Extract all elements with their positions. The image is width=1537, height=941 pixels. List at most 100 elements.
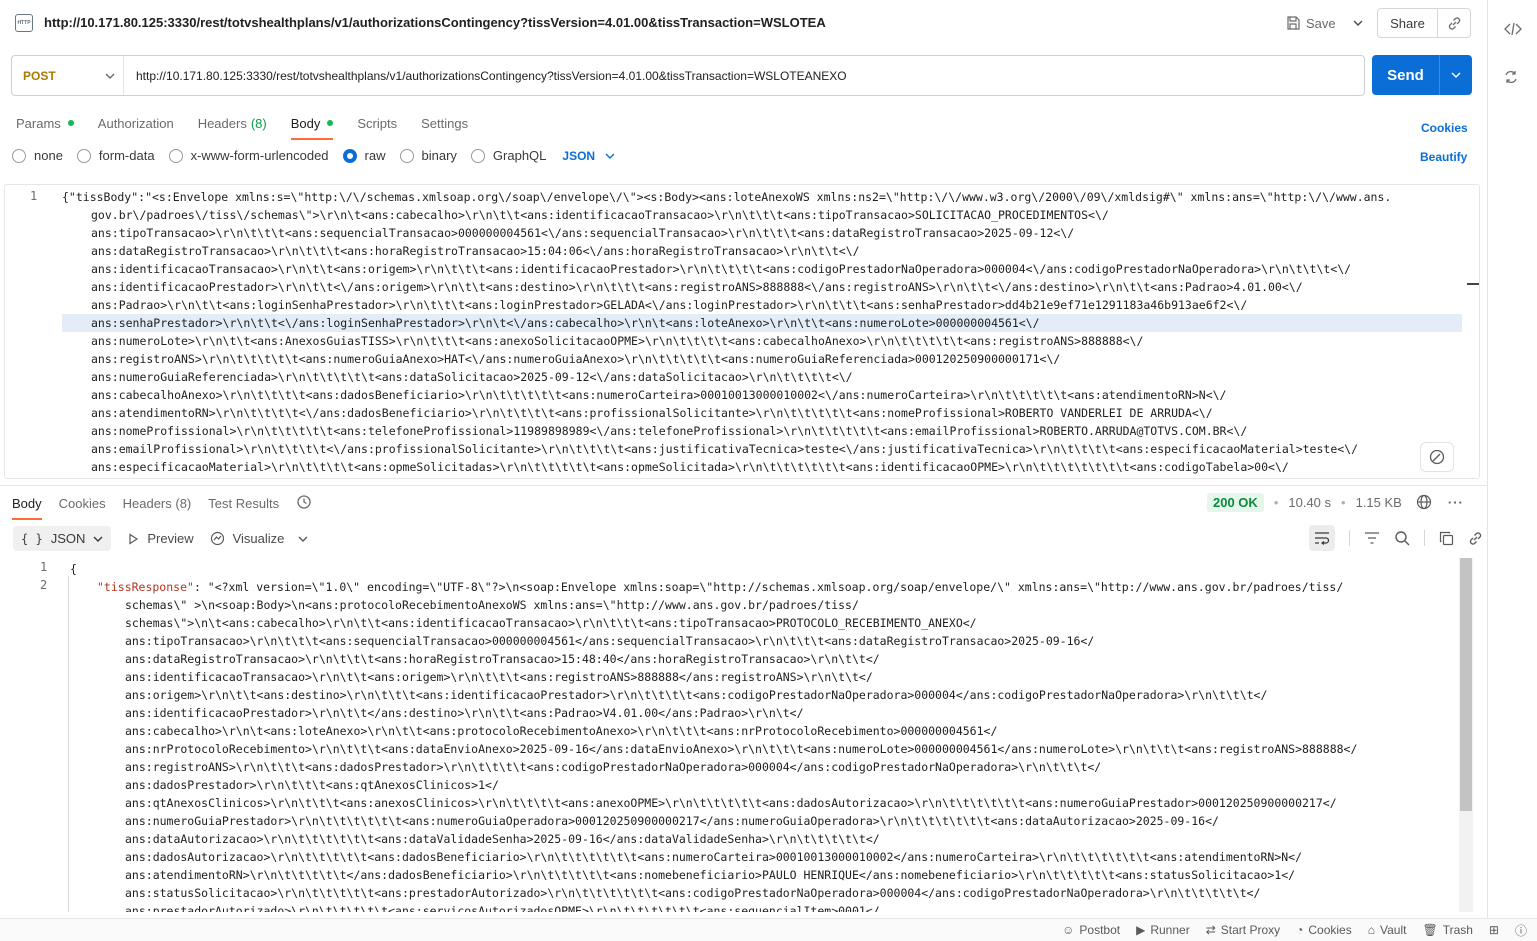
response-format-select[interactable]: { } JSON xyxy=(13,526,112,551)
response-scrollbar-thumb[interactable] xyxy=(1460,558,1472,811)
tab-params-label: Params xyxy=(16,115,61,131)
send-button[interactable]: Send xyxy=(1372,55,1440,95)
body-type-radios: none form-data x-www-form-urlencoded raw… xyxy=(12,148,615,163)
response-tab-cookies[interactable]: Cookies xyxy=(59,496,106,511)
radio-binary[interactable]: binary xyxy=(399,148,457,163)
copy-icon[interactable] xyxy=(1439,531,1454,546)
status-footer: ☺ Postbot ▶ Runner ⇄ Start Proxy ◔ Cookies ⌂… xyxy=(0,918,1537,941)
save-options-chevron-icon[interactable] xyxy=(1348,9,1368,37)
request-body-line: ans:tipoTransacao>\r\n\t\t\t<ans:sequenc… xyxy=(91,226,1075,240)
tab-authorization-label: Authorization xyxy=(97,115,174,131)
radio-none-label: none xyxy=(34,148,63,163)
response-time[interactable]: 10.40 s xyxy=(1288,495,1331,510)
response-value-line: ans:prestadorAutorizado>\r\n\t\t\t\t\t<a… xyxy=(125,904,880,912)
radio-binary-label: binary xyxy=(421,148,457,163)
tab-settings-label: Settings xyxy=(421,115,469,131)
radio-raw-label: raw xyxy=(364,148,386,163)
share-group: Share xyxy=(1377,8,1471,38)
refresh-icon[interactable] xyxy=(1504,70,1518,87)
method-label: POST xyxy=(23,68,56,83)
response-open-brace: { xyxy=(70,562,77,576)
visualize-chevron-down-icon[interactable] xyxy=(298,536,308,542)
radio-circle xyxy=(168,148,183,163)
response-tab-test-results[interactable]: Test Results xyxy=(208,496,279,511)
method-chevron-down-icon xyxy=(105,68,115,82)
more-options-icon[interactable]: ··· xyxy=(1448,495,1464,510)
radio-none[interactable]: none xyxy=(12,148,63,163)
cookies-link[interactable]: Cookies xyxy=(1421,121,1468,135)
response-value-line: ans:identificacaoTransacao>\r\n\t\t<ans:… xyxy=(125,670,873,684)
response-value-line: ans:nrProtocoloRecebimento>\r\n\t\t\t<an… xyxy=(125,742,1358,756)
request-title[interactable]: http://10.171.80.125:3330/rest/totvsheal… xyxy=(44,15,826,30)
footer-start-proxy[interactable]: ⇄ Start Proxy xyxy=(1206,923,1280,937)
response-value-line: schemas\" >\n<soap:Body>\n<ans:protocolo… xyxy=(125,598,859,612)
save-icon xyxy=(1287,16,1300,30)
response-status: 200 OK • 10.40 s • 1.15 KB ··· xyxy=(1207,492,1464,512)
layout-icon[interactable]: ⊞ xyxy=(1489,923,1499,937)
radio-urlencoded-label: x-www-form-urlencoded xyxy=(190,148,329,163)
method-select[interactable]: POST xyxy=(12,56,124,95)
url-input[interactable] xyxy=(124,56,1364,95)
save-button[interactable]: Save xyxy=(1286,9,1336,37)
history-icon[interactable] xyxy=(296,494,312,513)
request-tabs: Params Authorization Headers (8) Body Scr… xyxy=(16,112,468,140)
footer-vault[interactable]: ⌂ Vault xyxy=(1368,923,1407,937)
tab-scripts[interactable]: Scripts xyxy=(357,112,397,134)
response-value-line: ans:dadosAutorizacao>\r\n\t\t\t\t\t<ans:… xyxy=(125,850,1303,864)
format-chevron-down-icon xyxy=(605,153,615,159)
link-icon[interactable] xyxy=(1468,531,1483,546)
footer-postbot[interactable]: ☺ Postbot xyxy=(1062,923,1120,937)
body-status-dot xyxy=(327,120,334,126)
tab-headers[interactable]: Headers (8) xyxy=(198,112,267,134)
copy-link-icon[interactable] xyxy=(1438,9,1470,37)
radio-graphql-label: GraphQL xyxy=(492,148,547,163)
response-value-line: schemas\">\n\t<ans:cabecalho>\r\n\t\t<an… xyxy=(125,616,977,630)
footer-trash-label: Trash xyxy=(1442,923,1473,937)
response-value-line: ans:dataAutorizacao>\r\n\t\t\t\t\t\t<ans… xyxy=(125,832,880,846)
separator-dot: • xyxy=(1341,494,1346,510)
http-request-icon: HTTP xyxy=(15,14,33,32)
visualize-icon xyxy=(210,531,224,546)
request-body-line: ans:numeroGuiaReferenciada>\r\n\t\t\t\t\… xyxy=(91,370,853,384)
response-body-viewer[interactable]: 1 2 { "tissResponse": "<?xml version=\"1… xyxy=(0,558,1474,912)
body-format-select[interactable]: JSON xyxy=(562,149,615,163)
response-size[interactable]: 1.15 KB xyxy=(1356,495,1402,510)
response-body-code[interactable]: { "tissResponse": "<?xml version=\"1.0\"… xyxy=(70,560,1450,912)
response-tab-headers[interactable]: Headers (8) xyxy=(123,496,192,511)
share-button[interactable]: Share xyxy=(1378,9,1438,37)
response-tab-body[interactable]: Body xyxy=(12,496,42,520)
magic-wand-icon[interactable] xyxy=(1420,442,1454,472)
tab-settings[interactable]: Settings xyxy=(421,112,468,134)
filter-icon[interactable] xyxy=(1364,531,1380,545)
radio-urlencoded[interactable]: x-www-form-urlencoded xyxy=(168,148,329,163)
tab-body[interactable]: Body xyxy=(290,112,334,140)
help-icon[interactable]: ⓘ xyxy=(1515,922,1527,939)
send-options-chevron-icon[interactable] xyxy=(1440,55,1472,95)
globe-icon[interactable] xyxy=(1416,494,1432,510)
tab-authorization[interactable]: Authorization xyxy=(98,112,174,134)
search-icon[interactable] xyxy=(1394,530,1410,546)
beautify-link[interactable]: Beautify xyxy=(1420,150,1467,164)
visualize-button[interactable]: Visualize xyxy=(210,531,309,546)
footer-runner[interactable]: ▶ Runner xyxy=(1136,923,1190,937)
wrap-lines-icon[interactable] xyxy=(1309,525,1335,551)
radio-graphql[interactable]: GraphQL xyxy=(470,148,547,163)
radio-circle xyxy=(76,148,91,163)
response-line-number: 2 xyxy=(40,578,48,592)
preview-button[interactable]: Preview xyxy=(127,531,194,546)
footer-trash[interactable]: 🗑 Trash xyxy=(1422,923,1472,937)
code-icon[interactable] xyxy=(1504,22,1522,39)
response-value-line: ans:dataRegistroTransacao>\r\n\t\t\t<ans… xyxy=(125,652,880,666)
footer-cookies[interactable]: ◔ Cookies xyxy=(1296,923,1352,937)
footer-proxy-label: Start Proxy xyxy=(1220,923,1281,937)
request-body-editor[interactable]: 1 {"tissBody":"<s:Envelope xmlns:s=\"htt… xyxy=(4,184,1480,479)
footer-vault-label: Vault xyxy=(1379,923,1407,937)
right-sidebar xyxy=(1487,0,1537,918)
tab-params[interactable]: Params xyxy=(16,112,74,134)
preview-label: Preview xyxy=(147,531,194,546)
request-body-code[interactable]: {"tissBody":"<s:Envelope xmlns:s=\"http:… xyxy=(62,188,1462,476)
status-badge[interactable]: 200 OK xyxy=(1207,492,1264,512)
visualize-label: Visualize xyxy=(232,531,285,546)
radio-form-data[interactable]: form-data xyxy=(76,148,155,163)
radio-raw[interactable]: raw xyxy=(342,148,386,163)
